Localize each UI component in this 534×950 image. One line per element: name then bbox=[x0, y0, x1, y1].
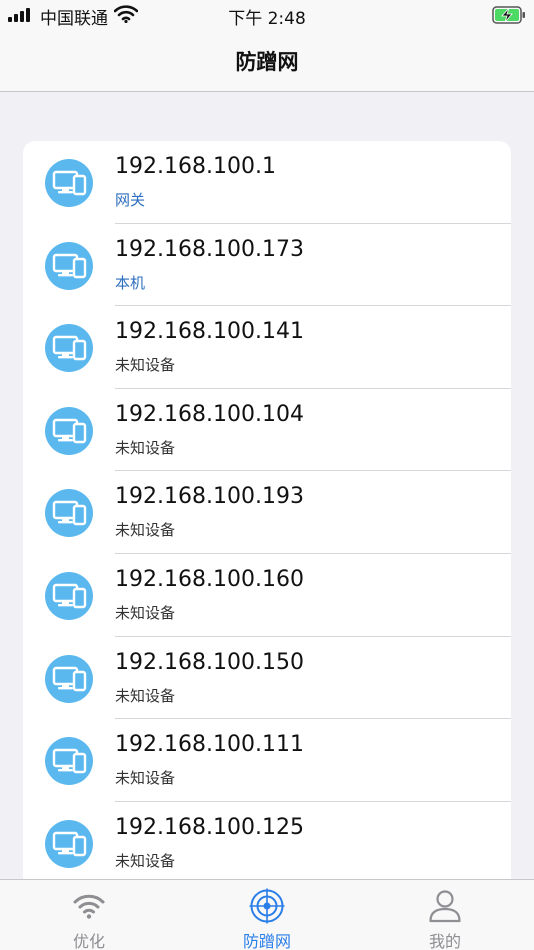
device-label: 本机 bbox=[115, 273, 146, 292]
device-ip: 192.168.100.173 bbox=[115, 236, 304, 262]
nav-bar: 防蹭网 bbox=[0, 30, 534, 92]
device-row[interactable]: 192.168.100.150 未知设备 bbox=[23, 637, 511, 720]
device-ip: 192.168.100.125 bbox=[115, 814, 304, 840]
wifi-icon bbox=[73, 894, 105, 919]
device-row[interactable]: 192.168.100.141 未知设备 bbox=[23, 306, 511, 389]
status-time: 下午 2:48 bbox=[228, 9, 306, 29]
device-icon bbox=[45, 737, 93, 786]
device-label: 网关 bbox=[115, 191, 146, 209]
device-icon bbox=[45, 654, 93, 703]
tab-label: 我的 bbox=[428, 932, 461, 950]
device-icon bbox=[45, 241, 93, 290]
device-icon bbox=[45, 819, 93, 868]
status-bar: 中国联通 下午 2:48 bbox=[0, 0, 534, 30]
device-label: 未知设备 bbox=[115, 769, 176, 788]
device-ip: 192.168.100.1 bbox=[115, 154, 276, 179]
device-icon bbox=[45, 406, 93, 455]
device-label: 未知设备 bbox=[115, 603, 176, 622]
device-list: 192.168.100.1 网关 192.168.100.173 本机 192.… bbox=[23, 141, 511, 901]
device-icon bbox=[45, 159, 93, 207]
device-icon bbox=[45, 489, 93, 538]
device-row[interactable]: 192.168.100.1 网关 bbox=[23, 141, 511, 224]
battery-charging-icon bbox=[492, 6, 525, 24]
tab-label: 防蹭网 bbox=[242, 932, 291, 950]
device-label: 未知设备 bbox=[115, 686, 176, 705]
device-row[interactable]: 192.168.100.125 未知设备 bbox=[23, 802, 511, 885]
device-label: 未知设备 bbox=[115, 356, 176, 375]
device-ip: 192.168.100.150 bbox=[115, 649, 304, 675]
device-ip: 192.168.100.111 bbox=[115, 732, 304, 758]
device-label: 未知设备 bbox=[115, 851, 176, 870]
device-ip: 192.168.100.160 bbox=[115, 566, 304, 592]
tab-optimize[interactable]: 优化 bbox=[0, 880, 178, 950]
tab-bar: 优化 防蹭网 我的 bbox=[0, 879, 534, 950]
device-icon bbox=[45, 324, 93, 373]
device-row[interactable]: 192.168.100.104 未知设备 bbox=[23, 389, 511, 472]
device-row[interactable]: 192.168.100.173 本机 bbox=[23, 224, 511, 307]
tab-mine[interactable]: 我的 bbox=[356, 880, 534, 950]
device-row[interactable]: 192.168.100.193 未知设备 bbox=[23, 471, 511, 554]
device-ip: 192.168.100.193 bbox=[115, 484, 304, 510]
device-icon bbox=[45, 571, 93, 620]
device-row[interactable]: 192.168.100.160 未知设备 bbox=[23, 554, 511, 637]
tab-anti-rub[interactable]: 防蹭网 bbox=[178, 880, 356, 950]
device-ip: 192.168.100.104 bbox=[115, 401, 304, 427]
radar-target-icon bbox=[249, 888, 285, 924]
device-ip: 192.168.100.141 bbox=[115, 319, 304, 345]
device-label: 未知设备 bbox=[115, 438, 176, 457]
person-icon bbox=[429, 890, 461, 923]
tab-label: 优化 bbox=[72, 932, 105, 950]
page-title: 防蹭网 bbox=[235, 50, 299, 74]
device-row[interactable]: 192.168.100.111 未知设备 bbox=[23, 719, 511, 802]
device-label: 未知设备 bbox=[115, 521, 176, 540]
